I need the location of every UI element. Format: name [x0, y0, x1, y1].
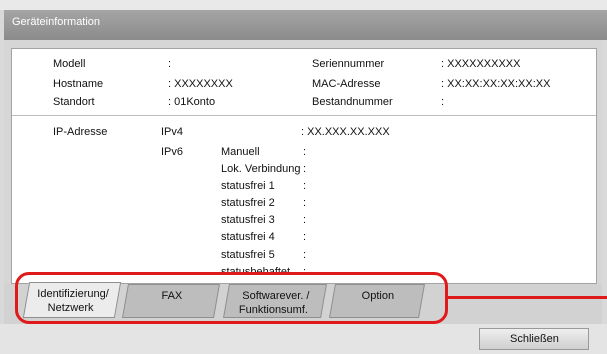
model-label: Modell — [53, 58, 86, 70]
section-divider — [12, 115, 596, 116]
tab-bar: Identifizierung/ Netzwerk FAX Softwareve… — [4, 282, 602, 324]
ipv6-row-colon: : — [303, 214, 307, 226]
ipv4-label: IPv4 — [161, 126, 184, 138]
tab-label: Netzwerk — [47, 302, 94, 314]
location-label: Standort — [53, 96, 95, 108]
ipv6-row-label: statusbehaftet — [221, 266, 291, 278]
ipv6-row-colon: : — [303, 197, 307, 209]
ipv6-row-label: statusfrei 5 — [221, 249, 275, 261]
hostname-label: Hostname — [53, 78, 104, 90]
ipv6-row-colon: : — [303, 231, 307, 243]
hostname-value: : XXXXXXXX — [168, 78, 233, 90]
ipv6-row-colon: : — [303, 146, 307, 158]
ipv6-row-label: statusfrei 2 — [221, 197, 275, 209]
info-panel: Modell : Seriennummer : XXXXXXXXXX Hostn… — [11, 48, 597, 284]
title-bar: Geräteinformation — [4, 10, 607, 40]
mac-label: MAC-Adresse — [312, 78, 381, 90]
asset-value: : — [441, 96, 445, 108]
tab-label: Option — [361, 290, 395, 302]
ipv4-value: : XX.XXX.XX.XXX — [301, 126, 390, 138]
mac-value: : XX:XX:XX:XX:XX:XX — [441, 78, 551, 90]
ip-address-label: IP-Adresse — [53, 126, 108, 138]
tab-label: FAX — [161, 290, 183, 302]
ipv6-row-label: Manuell — [221, 146, 260, 158]
tab-identification-network[interactable]: Identifizierung/ Netzwerk — [22, 282, 122, 318]
ipv6-row-colon: : — [303, 266, 307, 278]
ipv6-row-label: Lok. Verbindung — [221, 163, 301, 175]
ipv6-row-colon: : — [303, 249, 307, 261]
tab-software-features[interactable]: Softwarever. / Funktionsumf. — [223, 284, 327, 318]
close-button[interactable]: Schließen — [479, 328, 589, 350]
serial-label: Seriennummer — [312, 58, 385, 70]
close-button-label: Schließen — [510, 333, 559, 345]
location-value: : 01Konto — [168, 96, 216, 108]
serial-value: : XXXXXXXXXX — [441, 58, 521, 70]
ipv6-row-colon: : — [303, 180, 307, 192]
tab-label: Identifizierung/ — [37, 288, 109, 300]
window-title: Geräteinformation — [12, 16, 101, 28]
callout-line — [448, 296, 607, 299]
model-value: : — [168, 58, 172, 70]
ipv6-label: IPv6 — [161, 146, 184, 158]
tab-label: Funktionsumf. — [238, 304, 308, 316]
ipv6-row-colon: : — [303, 163, 307, 175]
tab-fax[interactable]: FAX — [122, 284, 220, 318]
ipv6-row-label: statusfrei 1 — [221, 180, 275, 192]
top-shade — [0, 0, 607, 10]
ipv6-row-label: statusfrei 3 — [221, 214, 275, 226]
ipv6-row-label: statusfrei 4 — [221, 231, 275, 243]
tab-option[interactable]: Option — [329, 284, 425, 318]
asset-label: Bestandnummer — [312, 96, 393, 108]
tab-label: Softwarever. / — [242, 290, 310, 302]
